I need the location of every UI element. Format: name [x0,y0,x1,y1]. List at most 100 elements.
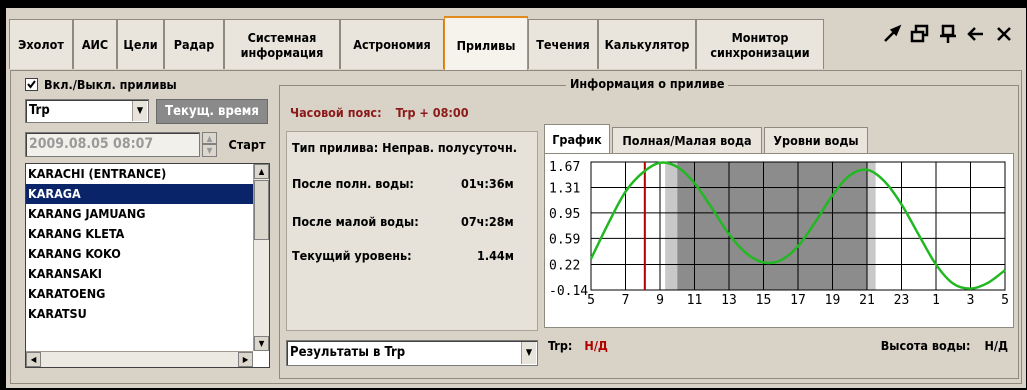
y-tick-label: 0.95 [549,207,580,222]
tab-astronomy[interactable]: Астрономия [340,19,444,69]
twilight-band [665,162,678,290]
tab-label: АИС [81,37,109,52]
tides-panel: Вкл./Выкл. приливы Trp ▼ Текущ. время 20… [10,70,1022,384]
x-tick-label: 5 [587,293,595,308]
scroll-down-icon[interactable]: ▼ [254,336,269,351]
list-item[interactable]: KARANG KLETA [26,224,254,244]
tab-graph[interactable]: График [544,124,610,154]
scroll-right-icon[interactable]: ▶ [238,352,253,367]
timezone-row: Часовой пояс: Trp + 08:00 [286,95,538,130]
tab-label: График [552,132,602,147]
timezone-select-value: Trp [29,103,50,118]
vertical-scrollbar[interactable]: ▲ ▼ [253,164,269,351]
tab-currents[interactable]: Течения [528,19,598,69]
x-tick-label: 5 [1001,293,1009,308]
chevron-down-icon[interactable]: ▼ [521,342,536,364]
y-tick-label: 0.22 [549,259,580,274]
restore-window-icon[interactable] [910,24,930,48]
back-arrow-icon[interactable] [966,24,986,48]
dock-icon[interactable] [938,24,958,48]
y-tick-label: -0.14 [549,284,588,299]
after-low-value: 07ч:28м [461,214,514,229]
start-button[interactable]: Старт [224,132,270,157]
datetime-field[interactable]: 2009.08.05 08:07 [25,132,200,157]
current-time-button[interactable]: Текущ. время [156,99,268,124]
tab-label: Течения [536,37,590,52]
x-tick-label: 17 [790,293,806,308]
datetime-value: 2009.08.05 08:07 [29,136,154,152]
water-height-label: Высота воды: [880,337,971,353]
list-item[interactable]: KARANG JAMUANG [26,204,254,224]
tab-label: Системная информация [240,29,324,60]
timezone-value: Trp + 08:00 [395,105,469,120]
tab-radar[interactable]: Радар [164,19,224,69]
x-tick-label: 19 [825,293,841,308]
x-tick-label: 1 [932,293,940,308]
twilight-band [867,162,876,290]
x-tick-label: 3 [967,293,975,308]
tide-info-box: Тип прилива: Неправ. полусуточн. После п… [286,131,538,331]
x-tick-label: 13 [721,293,737,308]
enable-tides-checkbox[interactable] [25,78,38,91]
x-tick-label: 23 [894,293,910,308]
tab-water-levels[interactable]: Уровни воды [764,127,868,153]
list-item[interactable]: KARANG KOKO [26,244,254,264]
start-label: Старт [228,137,266,152]
tab-label: Монитор синхронизации [710,29,810,60]
tide-info-title: Информация о приливе [566,76,729,91]
tab-label: Приливы [456,37,516,53]
tab-label: Радар [173,37,215,52]
datetime-spinner[interactable]: ▲ ▼ [202,132,217,157]
x-tick-label: 15 [756,293,772,308]
list-item[interactable]: KARATSU [26,304,254,324]
trp-label: Trp: [548,337,573,353]
scroll-left-icon[interactable]: ◀ [26,352,41,367]
chart-footer: Trp: Н/Д Высота воды: Н/Д [548,333,1014,357]
horizontal-scrollbar[interactable]: ◀ ▶ [26,351,253,367]
tides-window: Эхолот АИС Цели Радар Системная информац… [6,8,1026,388]
list-item[interactable]: KARANSAKI [26,264,254,284]
tab-label: Астрономия [353,37,431,52]
tab-ais[interactable]: АИС [73,19,117,69]
tab-label: Уровни воды [773,133,859,148]
tab-label: Полная/Малая вода [622,133,752,148]
scroll-up-icon[interactable]: ▲ [254,164,269,179]
tab-label: Цели [123,37,158,52]
list-item[interactable]: KARACHI (ENTRANCE) [26,164,254,184]
pin-tool-icon[interactable] [882,24,902,48]
tab-sync-monitor[interactable]: Монитор синхронизации [696,19,824,69]
current-time-label: Текущ. время [165,104,259,119]
chevron-down-icon[interactable]: ▼ [132,101,147,121]
trp-value: Н/Д [584,337,608,353]
spin-down-icon[interactable]: ▼ [202,144,217,157]
y-tick-label: 0.59 [549,232,580,247]
timezone-select[interactable]: Trp ▼ [25,99,149,123]
station-list[interactable]: KARACHI (ENTRANCE) KARAGA KARANG JAMUANG… [25,163,270,368]
scroll-thumb[interactable] [254,180,269,240]
y-tick-label: 1.67 [549,160,580,175]
results-select[interactable]: Результаты в Trp ▼ [286,340,538,366]
tab-tides[interactable]: Приливы [444,16,528,72]
x-tick-label: 21 [859,293,875,308]
night-band [677,162,867,290]
tab-system-info[interactable]: Системная информация [224,19,340,69]
list-item[interactable]: KARATOENG [26,284,254,304]
results-select-value: Результаты в Trp [290,345,406,360]
y-tick-label: 1.31 [549,181,580,196]
water-height-value: Н/Д [984,337,1008,353]
list-item-selected[interactable]: KARAGA [26,184,254,204]
after-high-label: После полн. воды: [292,176,414,191]
enable-tides-row[interactable]: Вкл./Выкл. приливы [25,77,177,92]
tab-targets[interactable]: Цели [117,19,164,69]
close-icon[interactable] [994,24,1014,48]
tide-chart-panel: 1.67 1.31 0.95 0.59 0.22 -0.14 5 7 9 11 13 15 17 19 21… [544,153,1014,328]
tab-high-low-water[interactable]: Полная/Малая вода [612,127,762,153]
after-high-value: 01ч:36м [461,176,514,191]
spin-up-icon[interactable]: ▲ [202,132,217,144]
main-tab-bar: Эхолот АИС Цели Радар Системная информац… [6,8,1026,78]
station-items: KARACHI (ENTRANCE) KARAGA KARANG JAMUANG… [26,164,254,324]
enable-tides-label: Вкл./Выкл. приливы [44,77,177,92]
tab-echosounder[interactable]: Эхолот [9,19,73,69]
x-tick-label: 11 [687,293,703,308]
tab-calculator[interactable]: Калькулятор [598,19,696,69]
